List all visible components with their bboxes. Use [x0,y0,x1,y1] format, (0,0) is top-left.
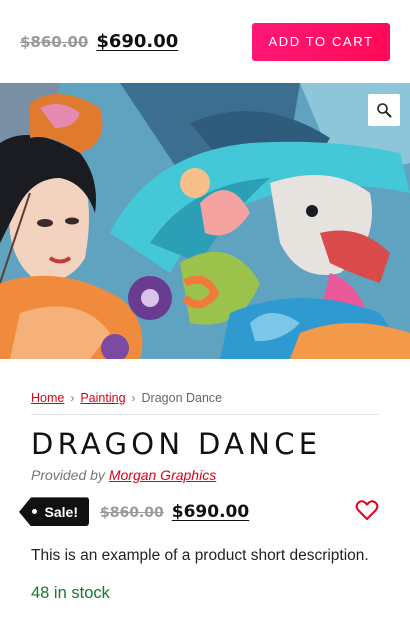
tag-hole [32,509,37,515]
sticky-price: $860.00 $690.00 [20,31,178,52]
breadcrumb-separator: › [131,391,136,405]
zoom-button[interactable] [368,94,400,126]
product-image[interactable] [0,83,410,359]
product-artwork [0,83,410,359]
sale-price: $690.00 [171,501,250,522]
heart-icon [355,500,379,520]
add-to-cart-button[interactable]: ADD TO CART [252,22,390,61]
breadcrumb: Home › Painting › Dragon Dance [31,391,379,415]
breadcrumb-separator: › [70,391,75,405]
product-summary: Home › Painting › Dragon Dance DRAGON DA… [19,359,379,603]
vendor-prefix: Provided by [31,466,105,483]
vendor-link[interactable]: Morgan Graphics [109,467,216,483]
regular-price: $860.00 [100,504,164,521]
wishlist-button[interactable] [355,499,379,525]
breadcrumb-current: Dragon Dance [141,391,223,405]
sale-badge-label: Sale! [44,503,78,520]
product-title: DRAGON DANCE [31,427,322,461]
breadcrumb-home-link[interactable]: Home [31,391,64,405]
magnifier-icon [377,103,392,118]
product-price: $860.00 $690.00 [100,502,249,522]
sale-badge: Sale! [19,497,89,527]
price-row: Sale! $860.00 $690.00 [19,497,379,527]
regular-price: $860.00 [20,33,89,51]
sale-price: $690.00 [96,31,179,52]
breadcrumb-painting-link[interactable]: Painting [80,391,125,405]
stock-status: 48 in stock [31,583,110,602]
product-short-description: This is an example of a product short de… [31,546,369,564]
vendor-line: Provided by Morgan Graphics [31,467,379,483]
sticky-add-to-cart-bar: $860.00 $690.00 ADD TO CART [0,0,410,83]
